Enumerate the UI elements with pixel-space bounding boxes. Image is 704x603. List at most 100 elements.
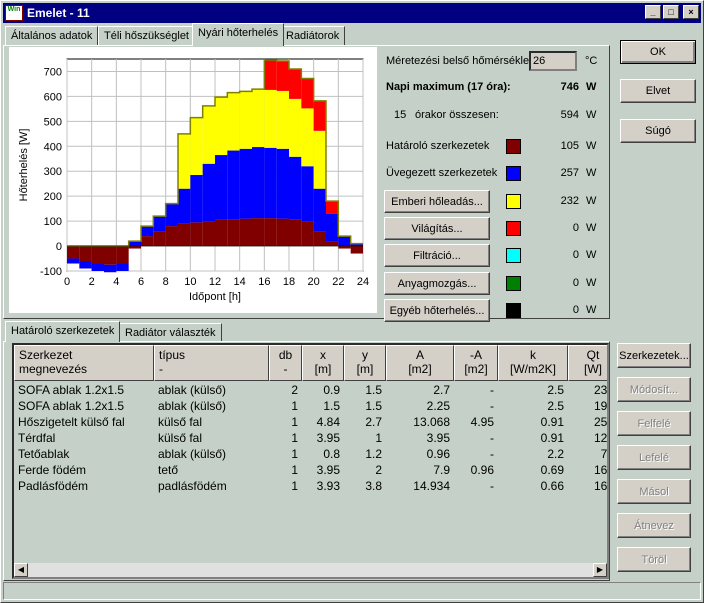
table-cell: SOFA ablak 1.2x1.5 xyxy=(18,399,125,413)
side-button-3[interactable]: Lefelé xyxy=(617,445,691,470)
table-cell: 0.8 xyxy=(323,447,340,461)
bar-segment xyxy=(215,219,228,247)
column-header[interactable]: y [m] xyxy=(344,345,386,381)
table-cell: - xyxy=(490,399,494,413)
horizontal-scrollbar[interactable]: ◀ ▶ xyxy=(14,563,607,577)
column-header[interactable]: x [m] xyxy=(302,345,344,381)
column-header-unit: - xyxy=(159,362,163,376)
bar-segment xyxy=(190,222,203,247)
y-tick-label: 300 xyxy=(44,166,62,178)
column-header-title: x xyxy=(320,348,326,362)
hours-count: 15 xyxy=(394,109,407,121)
component-button-2[interactable]: Emberi hőleadás... xyxy=(384,190,490,213)
tab-radiatorok[interactable]: Radiátorok xyxy=(280,26,346,46)
tab-radiator-valasztek[interactable]: Radiátor választék xyxy=(119,323,222,342)
bar-segment xyxy=(227,219,240,247)
color-swatch xyxy=(506,221,521,236)
ok-button[interactable]: OK xyxy=(620,40,696,64)
side-button-label: Lefelé xyxy=(639,451,669,464)
design-temp-input[interactable] xyxy=(529,51,577,71)
table-row[interactable]: Ferde födém tető 1 3.95 2 7.9 0.96 0.69 168 xyxy=(14,463,607,479)
column-header-unit: [m2] xyxy=(464,362,488,376)
column-header[interactable]: db - xyxy=(269,345,302,381)
tab-altalanos[interactable]: Általános adatok xyxy=(5,26,99,46)
component-unit: W xyxy=(586,249,597,261)
y-tick-label: 200 xyxy=(44,191,62,203)
bar-segment xyxy=(276,60,289,91)
component-value: 0 xyxy=(572,277,579,289)
component-button-3[interactable]: Világítás... xyxy=(384,217,490,240)
bar-segment xyxy=(276,90,289,149)
bar-segment xyxy=(202,221,215,247)
tab-hatarolo[interactable]: Határoló szerkezetek xyxy=(5,321,121,342)
title-bar[interactable]: Win Emelet - 11 _ □ × xyxy=(3,3,701,23)
component-button-6[interactable]: Egyéb hőterhelés... xyxy=(384,299,490,322)
table-cell: 13.068 xyxy=(413,415,450,429)
scroll-left-icon[interactable]: ◀ xyxy=(14,563,28,577)
table-cell: 1 xyxy=(291,447,298,461)
table-cell: Padlásfödém xyxy=(18,479,89,493)
component-button-label: Anyagmozgás... xyxy=(397,277,477,290)
side-button-2[interactable]: Felfelé xyxy=(617,411,691,436)
table-row[interactable]: Térdfal külső fal 1 3.95 1 3.95 - 0.91 126 xyxy=(14,431,607,447)
y-tick-label: 700 xyxy=(44,66,62,78)
hours-label: órakor összesen: xyxy=(415,109,499,121)
table-cell: 2.7 xyxy=(365,415,382,429)
column-header[interactable]: típus - xyxy=(154,345,269,381)
x-tick-label: 12 xyxy=(209,276,221,288)
column-header[interactable]: Qt [W] xyxy=(568,345,607,381)
side-button-5[interactable]: Átnevez xyxy=(617,513,691,538)
component-button-4[interactable]: Filtráció... xyxy=(384,244,490,267)
side-button-6[interactable]: Töröl xyxy=(617,547,691,572)
table-cell: 1.5 xyxy=(365,383,382,397)
table-cell: 0.96 xyxy=(426,447,450,461)
minimize-button[interactable]: _ xyxy=(645,5,661,19)
table-row[interactable]: Hőszigetelt külső fal külső fal 1 4.84 2.7 13… xyxy=(14,415,607,431)
tab-teli[interactable]: Téli hőszükséglet xyxy=(98,26,195,46)
column-header[interactable]: Szerkezet megnevezés xyxy=(14,345,154,381)
cancel-button[interactable]: Elvet xyxy=(620,79,696,103)
help-button[interactable]: Súgó xyxy=(620,119,696,143)
table-cell: 4.95 xyxy=(470,415,494,429)
table-cell: 197 xyxy=(593,399,607,413)
x-tick-label: 2 xyxy=(89,276,95,288)
table-row[interactable]: Padlásfödém padlásfödém 1 3.93 3.8 14.934 - 0.6… xyxy=(14,479,607,495)
table-cell: 0.69 xyxy=(540,463,564,477)
bar-segment xyxy=(67,246,80,259)
table-row[interactable]: Tetőablak ablak (külső) 1 0.8 1.2 0.96 - 2.2 74 xyxy=(14,447,607,463)
table-row[interactable]: SOFA ablak 1.2x1.5 ablak (külső) 2 0.9 1.5 2.… xyxy=(14,383,607,399)
column-header[interactable]: A [m2] xyxy=(386,345,454,381)
bar-segment xyxy=(128,246,141,249)
close-button[interactable]: × xyxy=(683,5,699,19)
table-row[interactable]: SOFA ablak 1.2x1.5 ablak (külső) 1 1.5 1.5 2.… xyxy=(14,399,607,415)
column-header[interactable]: -A [m2] xyxy=(454,345,498,381)
structures-table[interactable]: Szerkezet megnevezés típus - db - x [m] y [m] A [m2… xyxy=(12,343,609,579)
table-cell: 2.25 xyxy=(426,399,450,413)
hourly-load-chart: -10001002003004005006007000 2 4 6 8 10 12 14 16 1… xyxy=(18,58,369,303)
column-header[interactable]: k [W/m2K] xyxy=(498,345,568,381)
scroll-right-icon[interactable]: ▶ xyxy=(593,563,607,577)
bar-segment xyxy=(104,264,117,273)
bar-segment xyxy=(227,92,240,151)
bar-segment xyxy=(313,130,326,189)
bar-segment xyxy=(165,203,178,227)
bar-segment xyxy=(264,218,277,247)
side-button-label: Töröl xyxy=(641,553,667,566)
color-swatch xyxy=(506,139,521,154)
maximize-button[interactable]: □ xyxy=(663,5,679,19)
table-cell: padlásfödém xyxy=(158,479,227,493)
table-cell: - xyxy=(490,431,494,445)
tab-nyari[interactable]: Nyári hőterhelés xyxy=(192,23,285,46)
component-button-label: Emberi hőleadás... xyxy=(391,195,483,208)
column-header-title: típus xyxy=(159,348,186,362)
side-button-1[interactable]: Módosít... xyxy=(617,377,691,402)
bar-segment xyxy=(141,226,154,237)
table-cell: 1.5 xyxy=(365,399,382,413)
side-button-4[interactable]: Másol xyxy=(617,479,691,504)
table-cell: 236 xyxy=(593,383,607,397)
component-button-5[interactable]: Anyagmozgás... xyxy=(384,272,490,295)
table-cell: 1 xyxy=(291,431,298,445)
side-button-0[interactable]: Szerkezetek... xyxy=(617,343,691,368)
color-swatch xyxy=(506,194,521,209)
bar-segment xyxy=(264,59,277,90)
